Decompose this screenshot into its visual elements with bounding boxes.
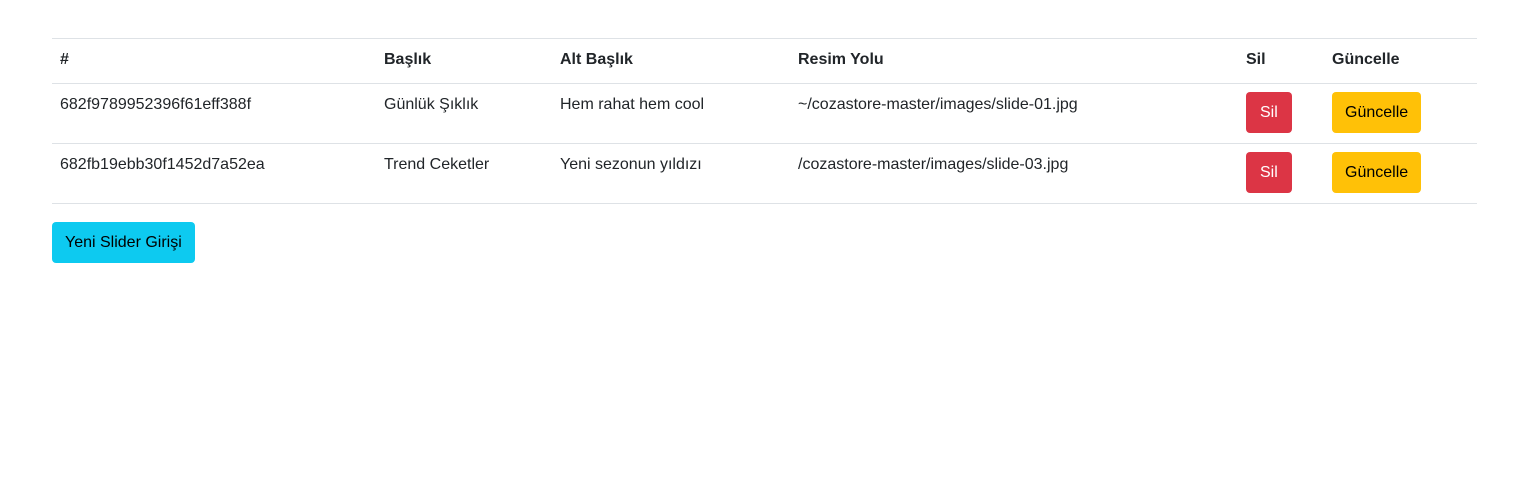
cell-update: Güncelle bbox=[1324, 84, 1477, 144]
cell-id: 682fb19ebb30f1452d7a52ea bbox=[60, 156, 265, 173]
cell-subtitle: Hem rahat hem cool bbox=[560, 96, 705, 113]
header-title: Başlık bbox=[384, 51, 432, 68]
cell-delete: Sil bbox=[1238, 144, 1324, 204]
delete-button[interactable]: Sil bbox=[1246, 92, 1292, 133]
new-slider-wrapper: Yeni Slider Girişi bbox=[52, 222, 1477, 263]
cell-delete: Sil bbox=[1238, 84, 1324, 144]
header-id: # bbox=[60, 51, 69, 68]
header-subtitle: Alt Başlık bbox=[560, 51, 633, 68]
header-row: # Başlık Alt Başlık Resim Yolu Sil Günce… bbox=[52, 38, 1477, 84]
cell-subtitle: Yeni sezonun yıldızı bbox=[560, 156, 702, 173]
header-delete: Sil bbox=[1246, 51, 1266, 68]
table-row: 682f9789952396f61eff388f Günlük Şıklık H… bbox=[52, 84, 1477, 144]
table-header: # Başlık Alt Başlık Resim Yolu Sil Günce… bbox=[52, 38, 1477, 84]
slider-list-page: # Başlık Alt Başlık Resim Yolu Sil Günce… bbox=[52, 38, 1477, 263]
table-body: 682f9789952396f61eff388f Günlük Şıklık H… bbox=[52, 84, 1477, 204]
table-row: 682fb19ebb30f1452d7a52ea Trend Ceketler … bbox=[52, 144, 1477, 204]
cell-title: Trend Ceketler bbox=[384, 156, 490, 173]
cell-image-path: /cozastore-master/images/slide-03.jpg bbox=[798, 156, 1069, 173]
header-update: Güncelle bbox=[1332, 51, 1400, 68]
cell-update: Güncelle bbox=[1324, 144, 1477, 204]
header-image-path: Resim Yolu bbox=[798, 51, 884, 68]
new-slider-button[interactable]: Yeni Slider Girişi bbox=[52, 222, 195, 263]
cell-image-path: ~/cozastore-master/images/slide-01.jpg bbox=[798, 96, 1078, 113]
update-button[interactable]: Güncelle bbox=[1332, 152, 1422, 193]
cell-title: Günlük Şıklık bbox=[384, 96, 479, 113]
update-button[interactable]: Güncelle bbox=[1332, 92, 1422, 133]
delete-button[interactable]: Sil bbox=[1246, 152, 1292, 193]
slider-table: # Başlık Alt Başlık Resim Yolu Sil Günce… bbox=[52, 38, 1477, 204]
cell-id: 682f9789952396f61eff388f bbox=[60, 96, 252, 113]
